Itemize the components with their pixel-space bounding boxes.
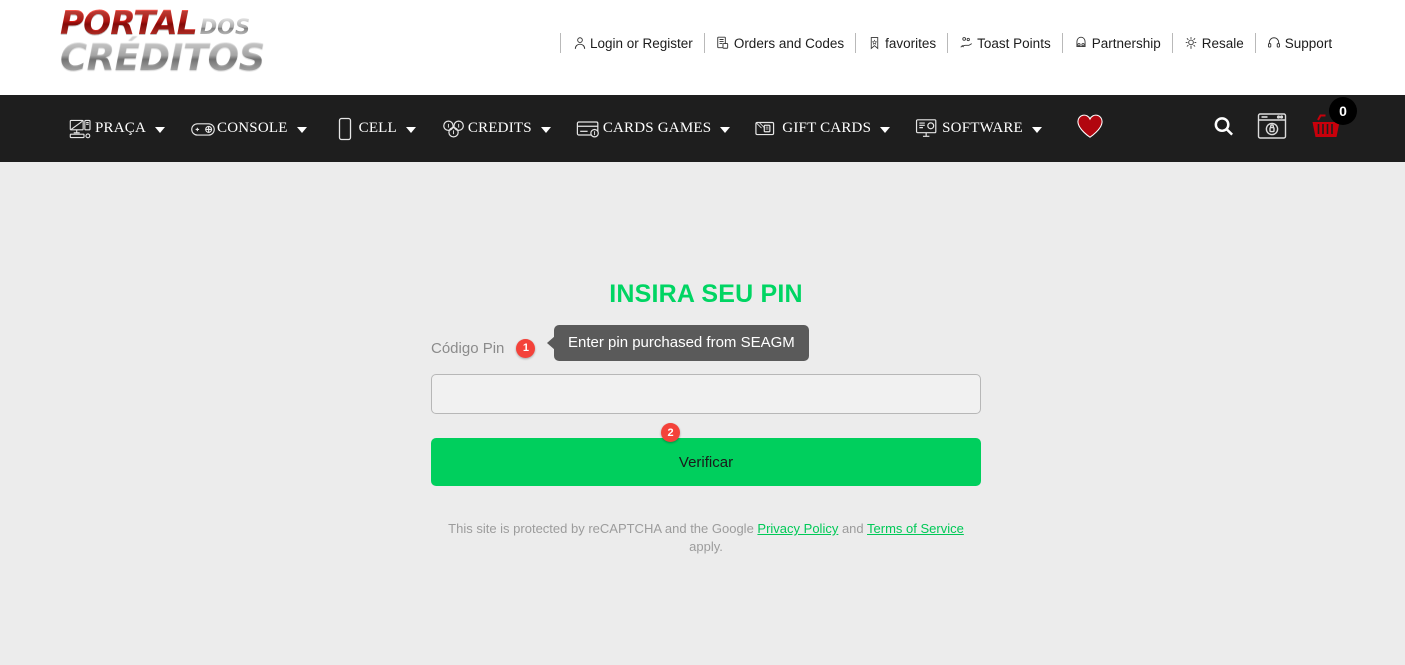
top-link-label: Partnership — [1091, 35, 1161, 51]
nav-item-credits[interactable]: CREDITS — [441, 117, 551, 141]
gamepad-icon — [190, 117, 216, 141]
terms-of-service-link[interactable]: Terms of Service — [867, 521, 964, 536]
step-badge-1: 1 — [516, 338, 536, 358]
mobile-phone-icon — [332, 117, 358, 141]
top-link-resale[interactable]: Resale — [1173, 36, 1255, 51]
recaptcha-suffix: apply. — [689, 539, 723, 555]
recaptcha-middle: and — [838, 521, 868, 536]
search-icon — [1212, 115, 1235, 143]
headset-icon — [1267, 36, 1282, 51]
chevron-down-icon[interactable] — [1031, 126, 1042, 133]
site-logo[interactable]: PORTAL DOS CRÉDITOS — [60, 6, 320, 78]
chevron-down-icon[interactable] — [540, 126, 551, 133]
step-badge-2: 2 — [661, 423, 680, 442]
top-link-login-or-register[interactable]: Login or Register — [561, 36, 704, 51]
recaptcha-notice: This site is protected by reCAPTCHA and … — [431, 520, 981, 556]
top-link-label: Support — [1284, 35, 1333, 51]
main-nav-items: PRAÇA CONSOLE CELL CREDITS CARDS GAMES G… — [68, 95, 1105, 162]
top-utility-nav: Login or Register Orders and Codes favor… — [560, 31, 1343, 55]
logo-dos-text: DOS — [199, 15, 251, 40]
top-link-label: Toast Points — [977, 35, 1051, 51]
main-nav-right-actions: 0 — [1212, 95, 1357, 162]
top-link-label: favorites — [885, 35, 937, 51]
desktop-computer-icon — [68, 117, 94, 141]
page-content: INSIRA SEU PIN Código Pin 1 Enter pin pu… — [0, 162, 1405, 665]
nav-item-label: GIFT CARDS — [782, 120, 872, 136]
main-navigation: PRAÇA CONSOLE CELL CREDITS CARDS GAMES G… — [0, 95, 1405, 162]
nav-item-console[interactable]: CONSOLE — [190, 117, 307, 141]
privacy-policy-link[interactable]: Privacy Policy — [757, 521, 838, 536]
orders-icon — [716, 36, 731, 51]
top-link-orders-and-codes[interactable]: Orders and Codes — [705, 36, 855, 51]
nav-item-label: CONSOLE — [217, 120, 288, 136]
nav-item-cell[interactable]: CELL — [332, 117, 416, 141]
heart-icon — [1075, 113, 1105, 144]
page-title: INSIRA SEU PIN — [609, 280, 803, 308]
coins-icon — [441, 117, 467, 141]
nav-favorites-button[interactable] — [1075, 113, 1105, 144]
pin-form: INSIRA SEU PIN Código Pin 1 Enter pin pu… — [431, 162, 981, 556]
user-icon — [572, 36, 587, 51]
top-link-favorites[interactable]: favorites — [856, 36, 947, 51]
cart-button[interactable]: 0 — [1309, 97, 1357, 146]
logo-portal-text: PORTAL — [60, 3, 198, 43]
gift-cards-icon — [755, 117, 781, 141]
top-link-label: Resale — [1201, 35, 1244, 51]
chevron-down-icon[interactable] — [296, 126, 307, 133]
verify-button[interactable]: Verificar — [431, 438, 981, 486]
secure-login-window-icon — [1257, 112, 1287, 145]
top-link-toast-points[interactable]: Toast Points — [948, 36, 1062, 51]
recaptcha-prefix: This site is protected by reCAPTCHA and … — [448, 521, 758, 536]
verify-button-wrap: Verificar 2 — [431, 423, 981, 486]
partnership-icon — [1074, 36, 1089, 51]
nav-item-label: SOFTWARE — [942, 120, 1023, 136]
top-header: PORTAL DOS CRÉDITOS Login or Register Or… — [0, 0, 1405, 95]
top-link-support[interactable]: Support — [1256, 36, 1343, 51]
search-button[interactable] — [1212, 115, 1235, 143]
toast-points-icon — [959, 36, 974, 51]
chevron-down-icon[interactable] — [720, 126, 731, 133]
pin-field-label: Código Pin — [431, 339, 505, 357]
chevron-down-icon[interactable] — [880, 126, 891, 133]
bookmark-star-icon — [867, 36, 882, 51]
nav-item-cards-games[interactable]: CARDS GAMES — [576, 117, 731, 141]
monitor-software-icon — [915, 117, 941, 141]
pin-tooltip: Enter pin purchased from SEAGM — [554, 325, 809, 361]
resale-icon — [1184, 36, 1199, 51]
pin-code-input[interactable] — [431, 374, 981, 414]
top-link-label: Orders and Codes — [733, 35, 845, 51]
chevron-down-icon[interactable] — [155, 126, 166, 133]
pin-field-row: Código Pin 1 Enter pin purchased from SE… — [431, 325, 981, 361]
secure-login-button[interactable] — [1257, 112, 1287, 145]
top-link-label: Login or Register — [590, 35, 693, 51]
nav-item-label: CREDITS — [467, 120, 532, 136]
nav-item-praca[interactable]: PRAÇA — [68, 117, 166, 141]
cart-count-badge: 0 — [1329, 97, 1357, 125]
nav-item-label: CELL — [358, 120, 397, 136]
top-link-partnership[interactable]: Partnership — [1063, 36, 1172, 51]
chevron-down-icon[interactable] — [405, 126, 416, 133]
nav-item-label: PRAÇA — [95, 120, 147, 136]
nav-item-label: CARDS GAMES — [602, 120, 712, 136]
credit-card-icon — [576, 117, 602, 141]
nav-item-gift-cards[interactable]: GIFT CARDS — [755, 117, 891, 141]
logo-creditos-text: CRÉDITOS — [60, 38, 320, 78]
nav-item-software[interactable]: SOFTWARE — [915, 117, 1042, 141]
logo-line-one: PORTAL DOS — [60, 6, 320, 39]
